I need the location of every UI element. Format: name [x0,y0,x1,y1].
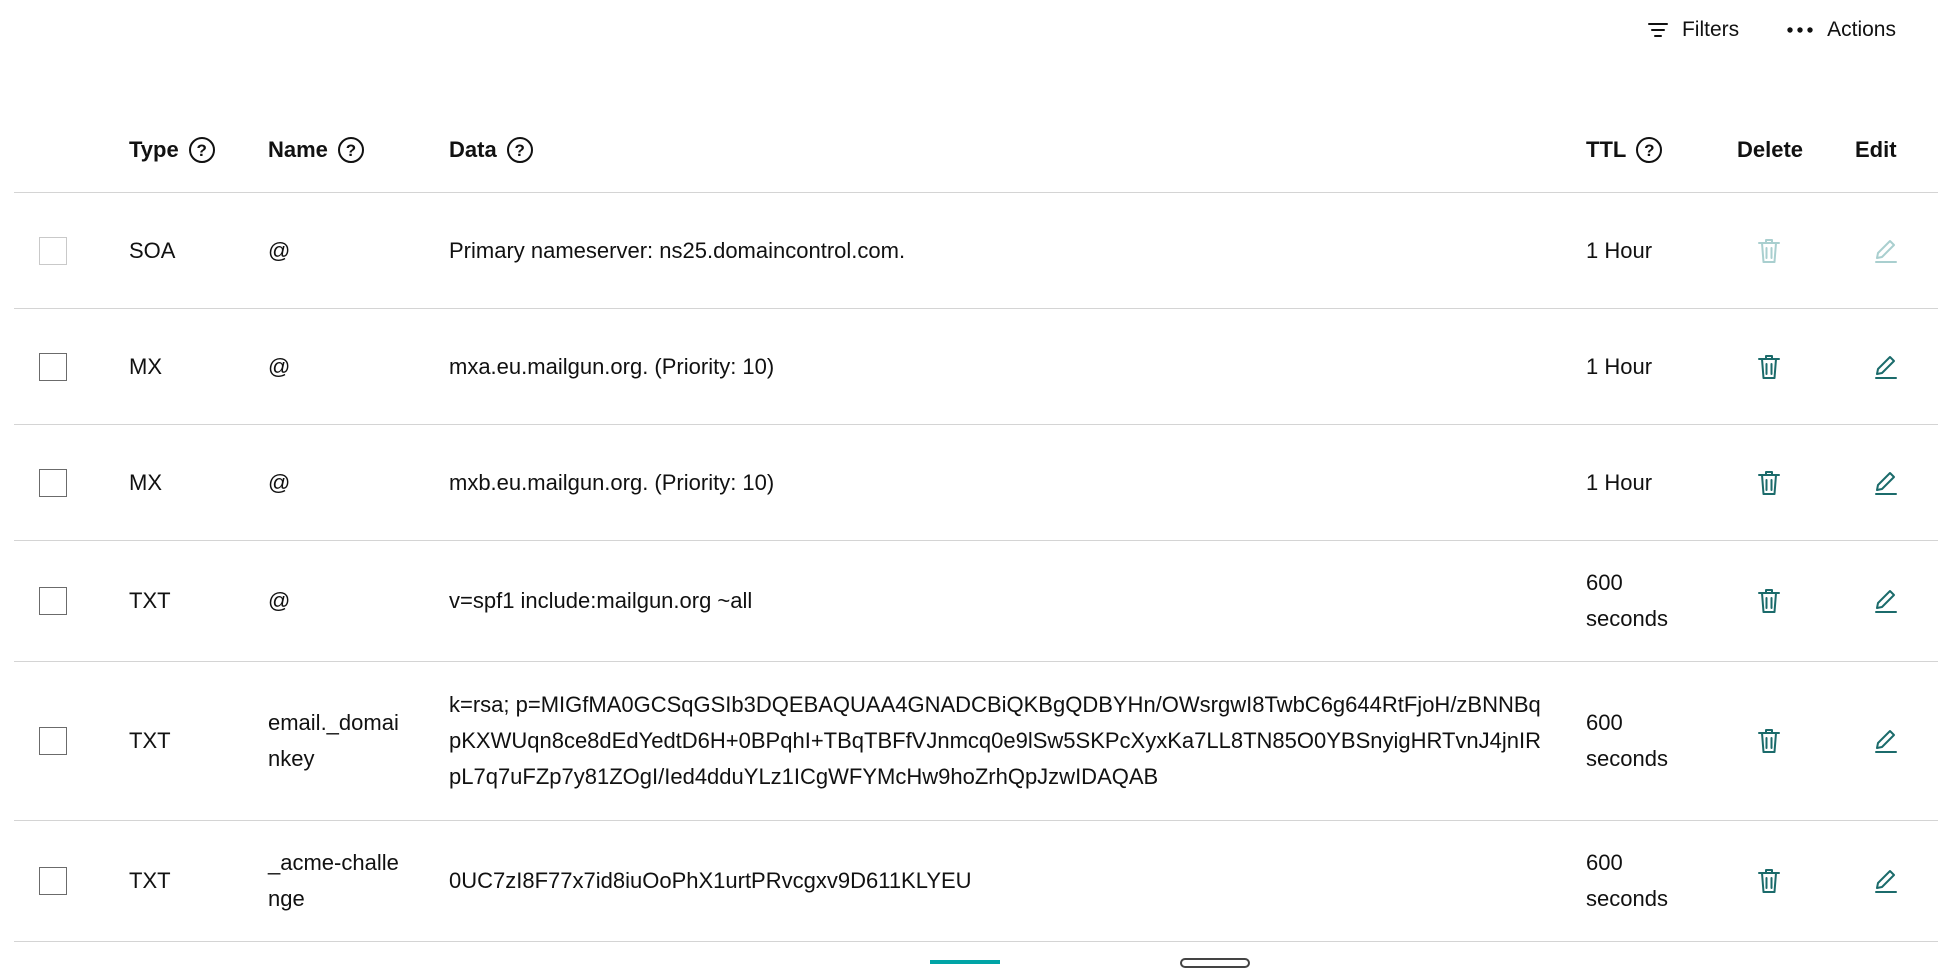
actions-button[interactable]: Actions [1787,18,1896,42]
edit-button[interactable] [1869,662,1903,820]
column-header-data-label: Data [449,137,497,162]
pencil-icon [1873,237,1899,265]
record-data: k=rsa; p=MIGfMA0GCSqGSIb3DQEBAQUAA4GNADC… [449,692,1542,789]
table-row: MX @ mxa.eu.mailgun.org. (Priority: 10) … [14,309,1938,425]
row-checkbox[interactable] [39,867,67,895]
record-name: @ [268,353,291,379]
pencil-icon [1873,353,1899,381]
row-checkbox[interactable] [39,352,67,381]
record-type: TXT [129,588,171,613]
dns-records-table: Type ? Name ? Data ? TTL ? Delete Edit S… [14,105,1938,942]
column-header-data: Data ? [449,137,533,163]
trash-icon [1756,353,1782,381]
pagination-active-indicator [930,960,1000,964]
filters-button[interactable]: Filters [1647,18,1740,42]
table-row: MX @ mxb.eu.mailgun.org. (Priority: 10) … [14,425,1938,541]
filters-label: Filters [1681,18,1740,41]
record-data: v=spf1 include:mailgun.org ~all [449,588,753,613]
delete-button[interactable] [1752,541,1786,661]
record-ttl: 1 Hour [1586,237,1653,263]
row-checkbox[interactable] [39,468,67,497]
edit-button [1869,193,1903,308]
column-header-name-label: Name [268,137,328,162]
row-checkbox[interactable] [39,727,67,755]
column-header-ttl-label: TTL [1586,137,1627,162]
record-name: email._domainkey [268,710,399,771]
record-type: TXT [129,728,171,753]
delete-button[interactable] [1752,662,1786,820]
pagination-control[interactable] [1180,958,1250,968]
trash-icon [1756,469,1782,497]
record-data: Primary nameserver: ns25.domaincontrol.c… [449,237,906,263]
edit-button[interactable] [1869,541,1903,661]
record-type: MX [129,353,162,379]
row-checkbox-cell [39,541,73,661]
row-checkbox-cell [39,821,73,941]
record-ttl: 1 Hour [1586,469,1653,495]
record-ttl: 1 Hour [1586,353,1653,379]
delete-button [1752,193,1786,308]
question-circle-icon[interactable]: ? [1636,137,1663,163]
pencil-icon [1873,727,1899,755]
delete-button[interactable] [1752,309,1786,424]
column-header-delete: Delete [1737,137,1804,162]
record-name: _acme-challenge [268,850,399,911]
row-checkbox [39,236,67,265]
column-header-type: Type ? [129,137,215,163]
column-header-ttl: TTL ? [1586,137,1663,163]
record-type: MX [129,469,162,495]
column-header-edit: Edit [1855,137,1897,162]
table-row: TXT _acme-challenge 0UC7zI8F77x7id8iuOoP… [14,821,1938,942]
question-circle-icon[interactable]: ? [337,137,364,163]
edit-button[interactable] [1869,821,1903,941]
record-data: mxa.eu.mailgun.org. (Priority: 10) [449,353,775,379]
table-header: Type ? Name ? Data ? TTL ? Delete Edit [14,105,1938,193]
record-ttl: 600 seconds [1586,570,1668,631]
record-data: mxb.eu.mailgun.org. (Priority: 10) [449,469,775,495]
edit-button[interactable] [1869,425,1903,540]
pencil-icon [1873,469,1899,497]
question-circle-icon[interactable]: ? [188,137,215,163]
record-type: TXT [129,868,171,893]
trash-icon [1756,587,1782,615]
edit-button[interactable] [1869,309,1903,424]
column-header-type-label: Type [129,137,179,162]
trash-icon [1756,237,1782,265]
question-circle-icon[interactable]: ? [506,137,533,163]
record-type: SOA [129,237,176,263]
record-name: @ [268,469,291,495]
record-data: 0UC7zI8F77x7id8iuOoPhX1urtPRvcgxv9D611KL… [449,868,972,893]
delete-button[interactable] [1752,821,1786,941]
delete-button[interactable] [1752,425,1786,540]
trash-icon [1756,727,1782,755]
table-row: TXT @ v=spf1 include:mailgun.org ~all 60… [14,541,1938,662]
pencil-icon [1873,867,1899,895]
row-checkbox-cell [39,662,73,820]
filter-lines-icon [1647,22,1668,38]
pencil-icon [1873,587,1899,615]
table-row: SOA @ Primary nameserver: ns25.domaincon… [14,193,1938,309]
record-name: @ [268,237,291,263]
trash-icon [1756,867,1782,895]
row-checkbox-cell [39,425,73,540]
row-checkbox-cell [39,193,73,308]
more-dots-icon [1787,26,1813,34]
column-header-name: Name ? [268,137,364,163]
row-checkbox-cell [39,309,73,424]
record-ttl: 600 seconds [1586,710,1668,771]
table-row: TXT email._domainkey k=rsa; p=MIGfMA0GCS… [14,662,1938,821]
toolbar: Filters Actions [1647,18,1896,42]
record-name: @ [268,588,291,613]
row-checkbox[interactable] [39,587,67,615]
record-ttl: 600 seconds [1586,850,1668,911]
actions-label: Actions [1827,18,1896,41]
